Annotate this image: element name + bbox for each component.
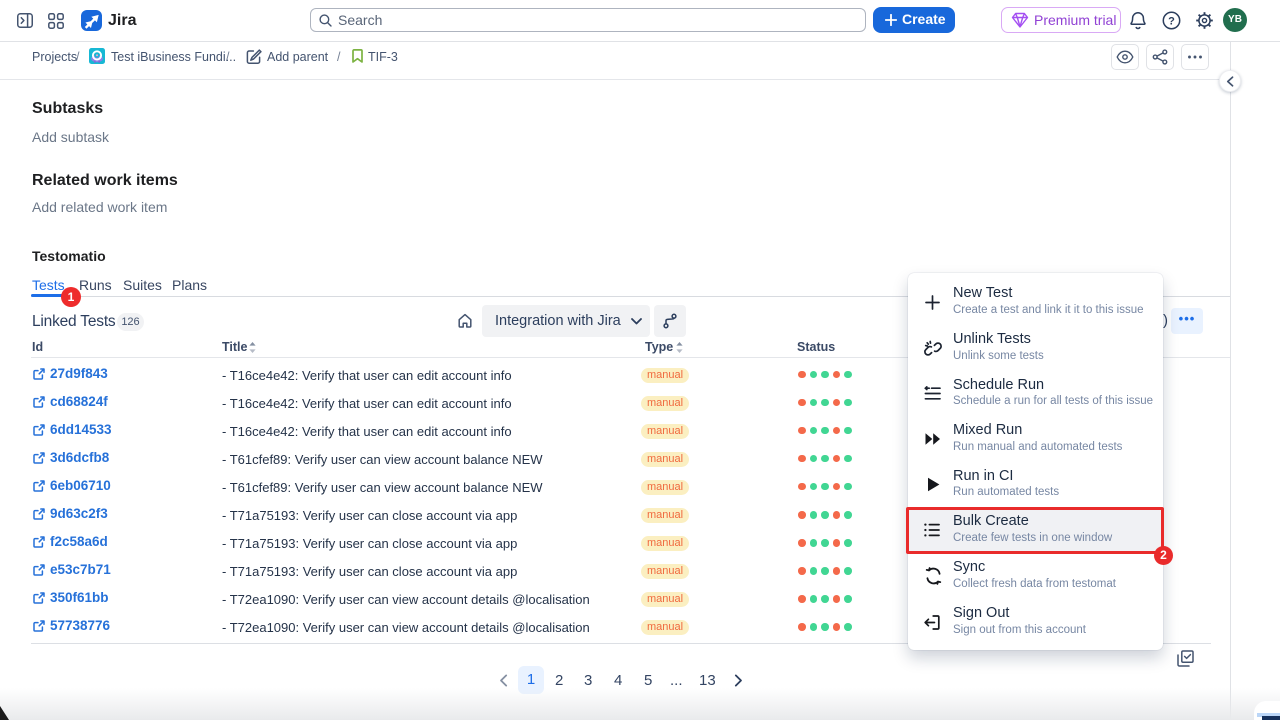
svg-text:?: ? (1168, 15, 1175, 27)
